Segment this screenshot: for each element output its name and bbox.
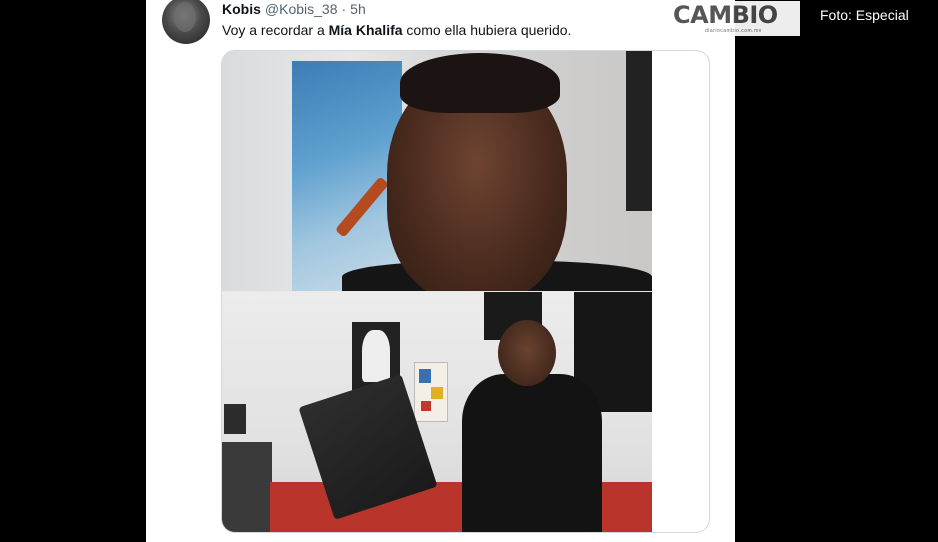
lamp bbox=[224, 404, 246, 434]
wall-artwork bbox=[414, 362, 448, 422]
user-avatar[interactable] bbox=[162, 0, 210, 44]
user-handle[interactable]: @Kobis_38 bbox=[265, 1, 338, 17]
photo-credit: Foto: Especial bbox=[820, 7, 909, 23]
cambio-logo: CAMBIO diariocambio.com.mx bbox=[669, 1, 800, 36]
man-head bbox=[498, 320, 556, 386]
meme-panel-top bbox=[222, 51, 652, 291]
avatar-figure bbox=[174, 2, 196, 32]
tweet-time[interactable]: 5h bbox=[350, 1, 366, 17]
tweet-media[interactable] bbox=[221, 50, 710, 533]
display-name[interactable]: Kobis bbox=[222, 1, 261, 17]
wall-painting bbox=[292, 61, 402, 291]
dresser bbox=[222, 442, 272, 532]
logo-subtext: diariocambio.com.mx bbox=[705, 28, 762, 34]
logo-text: CAMBIO bbox=[673, 1, 778, 29]
tweet-text: Voy a recordar a Mía Khalifa como ella h… bbox=[222, 21, 571, 39]
man-hair bbox=[400, 53, 560, 113]
poster-figure bbox=[362, 330, 390, 382]
tweet-text-before: Voy a recordar a bbox=[222, 22, 329, 38]
media-padding bbox=[652, 51, 709, 532]
tweet-header: Kobis @Kobis_38 · 5h bbox=[222, 0, 366, 18]
tweet-card[interactable]: Kobis @Kobis_38 · 5h Voy a recordar a Mía K… bbox=[146, 0, 735, 542]
man-body bbox=[462, 374, 602, 532]
tweet-text-after: como ella hubiera querido. bbox=[402, 22, 572, 38]
door-frame bbox=[626, 51, 652, 211]
meme-panel-bottom bbox=[222, 292, 652, 532]
tweet-text-bold: Mía Khalifa bbox=[328, 22, 403, 38]
meta-separator: · bbox=[341, 1, 347, 17]
